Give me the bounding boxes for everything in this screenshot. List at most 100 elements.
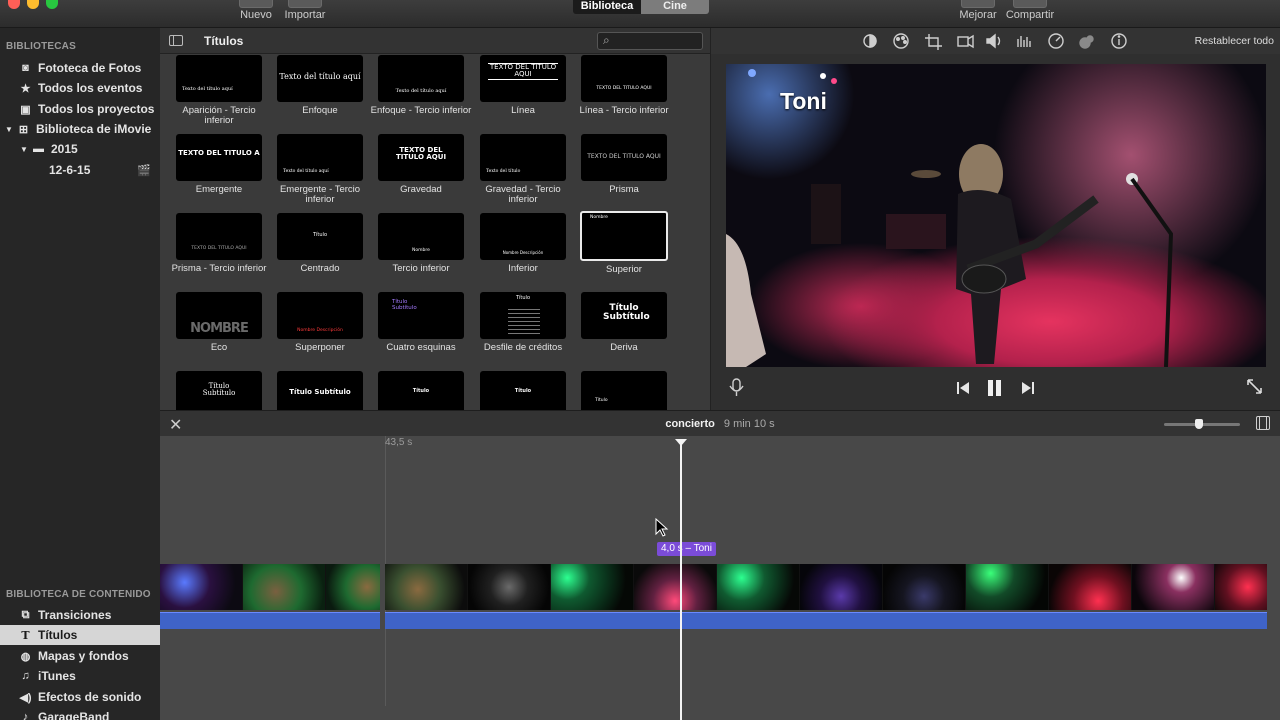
title-tile[interactable]: Título Desfile de créditos bbox=[472, 292, 574, 353]
viewer: Toni bbox=[710, 54, 1280, 410]
info-icon[interactable] bbox=[1111, 33, 1127, 49]
title-tile[interactable]: Nombre Descripción Superponer bbox=[269, 292, 371, 353]
video-clip[interactable] bbox=[385, 564, 1267, 610]
thumbnail-text: Texto del título aquí bbox=[279, 72, 361, 81]
titles-icon: T bbox=[21, 628, 30, 642]
playhead-handle-icon[interactable] bbox=[675, 439, 687, 446]
minimize-window-button[interactable] bbox=[27, 0, 39, 9]
browser-header: Títulos ⌕ bbox=[160, 28, 710, 54]
title-tile[interactable]: Texto del título aquí Aparición - Tercio… bbox=[168, 55, 270, 126]
title-tile[interactable]: Nombre Tercio inferior bbox=[370, 213, 472, 274]
speaker-icon: ◀) bbox=[19, 691, 32, 704]
title-tile[interactable]: Título bbox=[370, 371, 472, 410]
timeline[interactable]: 43,5 s 4,0 s – Toni bbox=[160, 436, 1280, 720]
title-thumbnail: Título bbox=[581, 371, 667, 410]
video-preview[interactable]: Toni bbox=[726, 64, 1266, 367]
playback-controls bbox=[729, 378, 1262, 396]
voiceover-mic-icon[interactable] bbox=[729, 378, 744, 396]
sidebar-item-sound-effects[interactable]: ◀) Efectos de sonido bbox=[0, 687, 160, 707]
tile-label: Cuatro esquinas bbox=[386, 342, 456, 353]
noise-reduction-icon[interactable] bbox=[1079, 35, 1094, 49]
tab-theater[interactable]: Cine bbox=[641, 0, 709, 14]
sidebar-item-event[interactable]: 12-6-15 🎬 bbox=[0, 160, 160, 180]
sidebar-item-all-events[interactable]: ★ Todos los eventos bbox=[0, 78, 160, 98]
title-tile[interactable]: TEXTO DEL TITULO AQUI Línea bbox=[472, 55, 574, 116]
music-note-icon: ♫ bbox=[21, 670, 30, 682]
title-tile[interactable]: Nombre Descripción Inferior bbox=[472, 213, 574, 274]
tab-library[interactable]: Biblioteca bbox=[573, 0, 641, 14]
title-clip[interactable]: 4,0 s – Toni bbox=[657, 542, 716, 556]
clip-frame bbox=[1049, 564, 1132, 610]
sidebar-item-label: Mapas y fondos bbox=[38, 649, 129, 663]
title-tile[interactable]: Título bbox=[573, 371, 675, 410]
thumbnail-text: Título Subtítulo bbox=[202, 382, 236, 398]
color-correction-icon[interactable] bbox=[893, 33, 909, 49]
title-tile[interactable]: Título Subtítulo Deriva bbox=[573, 292, 675, 353]
zoom-window-button[interactable] bbox=[46, 0, 58, 9]
title-overlay-text[interactable]: Toni bbox=[780, 88, 827, 115]
clip-appearance-icon[interactable] bbox=[1256, 416, 1270, 430]
title-tile[interactable]: Texto del título Gravedad - Tercio infer… bbox=[472, 134, 574, 205]
title-tile[interactable]: TEXTO DEL TITULO AQUI Prisma - Tercio in… bbox=[168, 213, 270, 274]
title-tile[interactable]: TEXTO DEL TITULO A Emergente bbox=[168, 134, 270, 195]
reset-all-button[interactable]: Restablecer todo bbox=[1195, 35, 1274, 47]
sidebar-item-itunes[interactable]: ♫ iTunes bbox=[0, 666, 160, 686]
sidebar-item-year[interactable]: ▼ ▬ 2015 bbox=[0, 139, 160, 159]
title-tile[interactable]: Título bbox=[472, 371, 574, 410]
volume-icon[interactable] bbox=[986, 33, 1001, 49]
title-tile[interactable]: NOMBRE Eco bbox=[168, 292, 270, 353]
clip-frame bbox=[326, 564, 380, 610]
search-input[interactable] bbox=[616, 34, 698, 48]
adjustments-bar: Restablecer todo bbox=[710, 28, 1280, 54]
equalizer-icon[interactable] bbox=[1017, 36, 1031, 47]
sidebar-item-garageband[interactable]: ♪ GarageBand bbox=[0, 707, 160, 720]
browser-title: Títulos bbox=[204, 34, 244, 48]
title-tile[interactable]: TEXTO DEL TITULO AQUI Prisma bbox=[573, 134, 675, 195]
import-button[interactable]: Importar bbox=[282, 0, 328, 21]
title-thumbnail: Título Subtítulo bbox=[277, 371, 363, 410]
tile-label: Prisma - Tercio inferior bbox=[171, 263, 267, 274]
skip-back-icon[interactable] bbox=[957, 382, 969, 394]
title-tile[interactable]: Título Subtítulo bbox=[168, 371, 270, 410]
pause-icon[interactable] bbox=[988, 380, 1001, 396]
color-balance-icon[interactable] bbox=[863, 34, 877, 48]
skip-forward-icon[interactable] bbox=[1022, 382, 1034, 394]
disclosure-down-icon[interactable]: ▼ bbox=[5, 125, 17, 134]
search-field[interactable]: ⌕ bbox=[597, 32, 703, 50]
search-icon: ⌕ bbox=[603, 33, 610, 47]
stabilization-icon[interactable] bbox=[957, 34, 974, 49]
title-tile[interactable]: Texto del título aquí Enfoque - Tercio i… bbox=[370, 55, 472, 116]
sidebar-item-photos-library[interactable]: ◙ Fototeca de Fotos bbox=[0, 58, 160, 78]
title-tile[interactable]: Título Subtítulo bbox=[269, 371, 371, 410]
fullscreen-icon[interactable] bbox=[1247, 379, 1262, 394]
sidebar-item-imovie-library[interactable]: ▼ ⊞ Biblioteca de iMovie bbox=[0, 119, 160, 139]
zoom-slider-knob[interactable] bbox=[1194, 419, 1203, 429]
disclosure-down-icon[interactable]: ▼ bbox=[20, 145, 32, 154]
close-window-button[interactable] bbox=[8, 0, 20, 9]
enhance-button[interactable]: Mejorar bbox=[956, 0, 1000, 21]
title-tile[interactable]: TEXTO DEL TITULO AQUI Línea - Tercio inf… bbox=[573, 55, 675, 116]
clapperboard-icon: 🎬 bbox=[137, 164, 151, 177]
title-tile[interactable]: Texto del título aquí Emergente - Tercio… bbox=[269, 134, 371, 205]
video-clip[interactable] bbox=[160, 564, 380, 610]
new-button[interactable]: Nuevo bbox=[236, 0, 276, 21]
sidebar-item-all-projects[interactable]: ▣ Todos los proyectos bbox=[0, 99, 160, 119]
share-button[interactable]: Compartir bbox=[1004, 0, 1056, 21]
title-tile[interactable]: Título Centrado bbox=[269, 213, 371, 274]
crop-icon[interactable] bbox=[925, 34, 942, 50]
sidebar-item-transitions[interactable]: ⧉ Transiciones bbox=[0, 605, 160, 625]
title-tile[interactable]: Texto del título aquí Enfoque bbox=[269, 55, 371, 116]
title-tile[interactable]: TEXTO DEL TITULO AQUI Gravedad bbox=[370, 134, 472, 195]
zoom-slider[interactable] bbox=[1164, 419, 1240, 429]
sidebar-item-maps-backgrounds[interactable]: ◍ Mapas y fondos bbox=[0, 646, 160, 666]
clip-frame bbox=[717, 564, 800, 610]
project-info: concierto 9 min 10 s bbox=[160, 418, 1280, 430]
playhead[interactable] bbox=[680, 440, 682, 720]
sidebar-item-titles[interactable]: T Títulos bbox=[0, 625, 160, 645]
audio-waveform[interactable] bbox=[160, 612, 380, 629]
title-tile[interactable]: Título Subtítulo Cuatro esquinas bbox=[370, 292, 472, 353]
title-tile-selected[interactable]: Nombre Superior bbox=[573, 211, 675, 275]
speed-icon[interactable] bbox=[1048, 33, 1064, 49]
audio-waveform[interactable] bbox=[385, 612, 1267, 629]
sidebar-toggle-icon[interactable] bbox=[169, 35, 183, 46]
